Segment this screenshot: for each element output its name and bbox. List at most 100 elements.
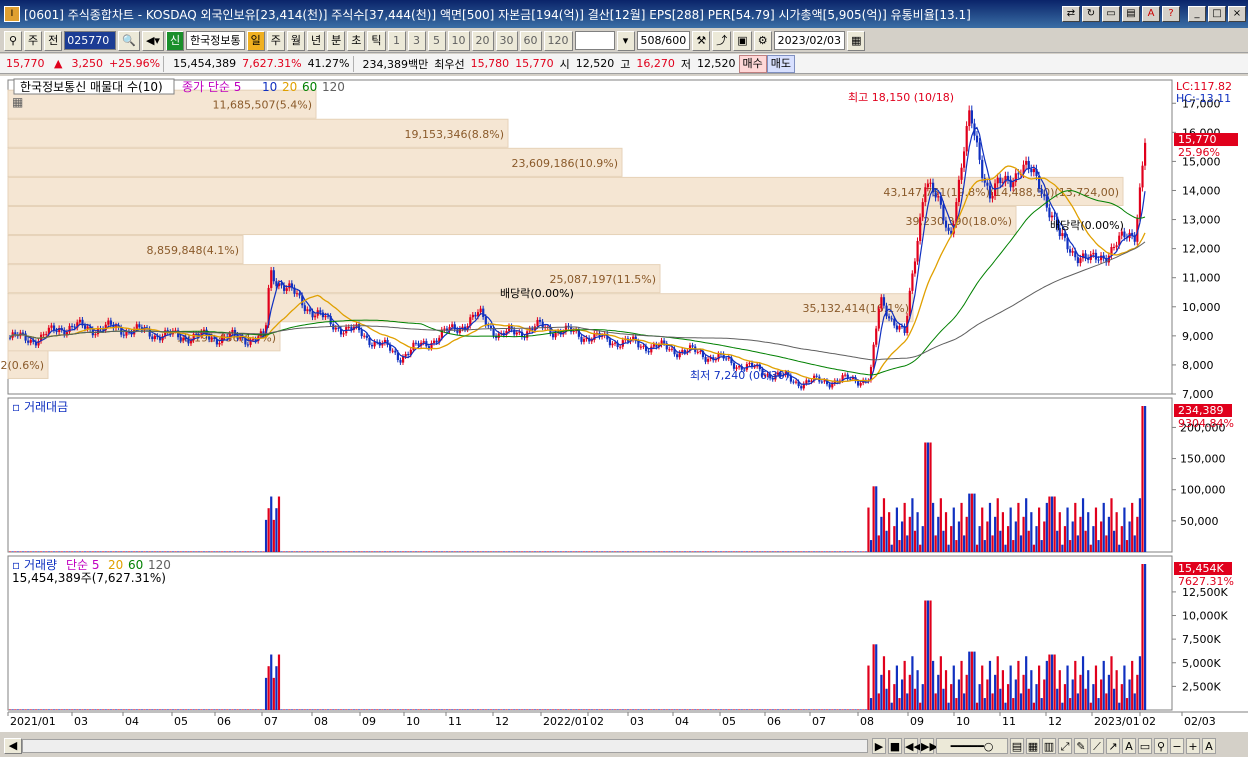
value-bar [94,551,97,552]
minute-60[interactable]: 60 [519,30,542,51]
arrow-icon[interactable]: ↗ [1106,738,1120,754]
layout-icon[interactable]: ▤ [1010,738,1024,754]
stock-code-input[interactable]: 025770 [64,31,117,50]
volume-bar [1063,684,1067,710]
window-icon[interactable]: ▭ [1138,738,1152,754]
rewind-icon[interactable]: ◀◀ [904,738,922,754]
value-bar [383,551,387,552]
speaker-icon[interactable]: ◀▾ [141,30,164,51]
scroll-left-icon[interactable]: ◀ [4,738,22,754]
x-tick-label: 10 [406,715,420,728]
volume-bar [699,709,702,710]
refresh-icon[interactable]: ↻ [1082,6,1100,22]
value-bar [851,551,855,552]
value-bar [1141,406,1144,552]
search-icon[interactable]: 🔍 [118,30,140,51]
period-year[interactable]: 년 [307,30,326,51]
value-bar [370,551,374,552]
value-bar [738,551,741,552]
all-button[interactable]: 전 [44,30,63,51]
pin-icon[interactable]: ⚲ [4,30,22,51]
table-icon[interactable]: ▥ [1042,738,1056,754]
volume-bar [562,709,565,710]
minute-10[interactable]: 10 [447,30,470,51]
minute-1[interactable]: 1 [387,30,406,51]
candle-body [642,346,645,348]
window-icon[interactable]: ▭ [1102,6,1120,22]
cycle-select[interactable]: 주 [24,30,43,51]
link-icon[interactable]: ⇄ [1062,6,1080,22]
zoom-out-icon[interactable]: − [1170,738,1184,754]
value-bar [352,551,356,552]
stop-icon[interactable]: ■ [888,738,902,754]
chart-area[interactable]: 1,312,452(0.6%)10,191,436(4.7%)25,087,19… [0,76,1248,732]
minute-30[interactable]: 30 [495,30,518,51]
calendar-icon[interactable]: ▦ [847,30,866,51]
volume-bar [647,709,650,710]
zoom-search-icon[interactable]: ⚲ [1154,738,1168,754]
tool-icon[interactable]: ⚒ [692,30,711,51]
volume-bar [717,709,720,710]
close-button[interactable]: × [1228,6,1246,22]
value-bar [539,551,542,552]
period-second[interactable]: 초 [347,30,366,51]
volume-bar [42,709,45,710]
trend-icon[interactable]: ⤴ [712,30,732,51]
minute-20[interactable]: 20 [471,30,494,51]
volume-bar [130,709,133,710]
print-icon[interactable]: ▤ [1122,6,1140,22]
volume-bar [515,709,518,710]
candle-body [991,195,994,199]
forward-icon[interactable]: ▶▶ [920,738,938,754]
volume-bar [507,709,511,710]
font-icon[interactable]: A [1142,6,1160,22]
count-input[interactable]: 508/600 [636,31,691,50]
minute-3[interactable]: 3 [407,30,426,51]
candle-body [844,374,847,376]
value-bar [906,535,909,552]
volume-bar [820,709,824,710]
help-icon[interactable]: ? [1162,6,1180,22]
minute-120[interactable]: 120 [543,30,573,51]
grid-icon[interactable]: ▦ [1026,738,1040,754]
settings-icon[interactable]: ⚙ [753,30,772,51]
scroll-track[interactable] [22,739,868,753]
sell-button[interactable]: 매도 [766,54,795,73]
value-bar [624,551,627,552]
dropdown-icon[interactable]: ▾ [616,30,635,51]
candle-body [324,315,327,318]
volume-bar [637,709,640,710]
save-icon[interactable]: ▣ [733,30,752,51]
volume-bar [999,688,1002,710]
volume-bar [158,709,162,710]
date-input[interactable]: 2023/02/03 [773,31,846,50]
slider-icon[interactable]: ━━━━━○ [936,738,1008,754]
maximize-button[interactable]: □ [1208,6,1226,22]
draw-icon[interactable]: ✎ [1074,738,1088,754]
volume-bar [218,709,221,710]
period-minute[interactable]: 분 [327,30,346,51]
candle-body [647,351,650,353]
period-month[interactable]: 월 [286,30,306,51]
value-bar [202,551,206,552]
zoom-in-icon[interactable]: + [1186,738,1200,754]
value-bar [1084,530,1087,552]
minimize-button[interactable]: _ [1188,6,1206,22]
expand-icon[interactable]: ⤢ [1058,738,1072,754]
play-icon[interactable]: ▶ [872,738,886,754]
chart-canvas[interactable]: 1,312,452(0.6%)10,191,436(4.7%)25,087,19… [0,76,1248,732]
custom-period-input[interactable] [574,31,615,50]
text-icon[interactable]: A [1122,738,1136,754]
volume-bar [471,709,474,710]
volume-bar [1133,693,1136,710]
value-bar [691,551,694,552]
volume-bar [495,709,498,710]
period-tick[interactable]: 틱 [367,30,386,51]
volume-bar [285,709,288,710]
period-day[interactable]: 일 [246,30,265,51]
period-week[interactable]: 주 [266,30,285,51]
buy-button[interactable]: 매수 [738,54,767,73]
line-icon[interactable]: ⟋ [1090,738,1104,754]
font-size-icon[interactable]: A [1202,738,1216,754]
minute-5[interactable]: 5 [427,30,446,51]
